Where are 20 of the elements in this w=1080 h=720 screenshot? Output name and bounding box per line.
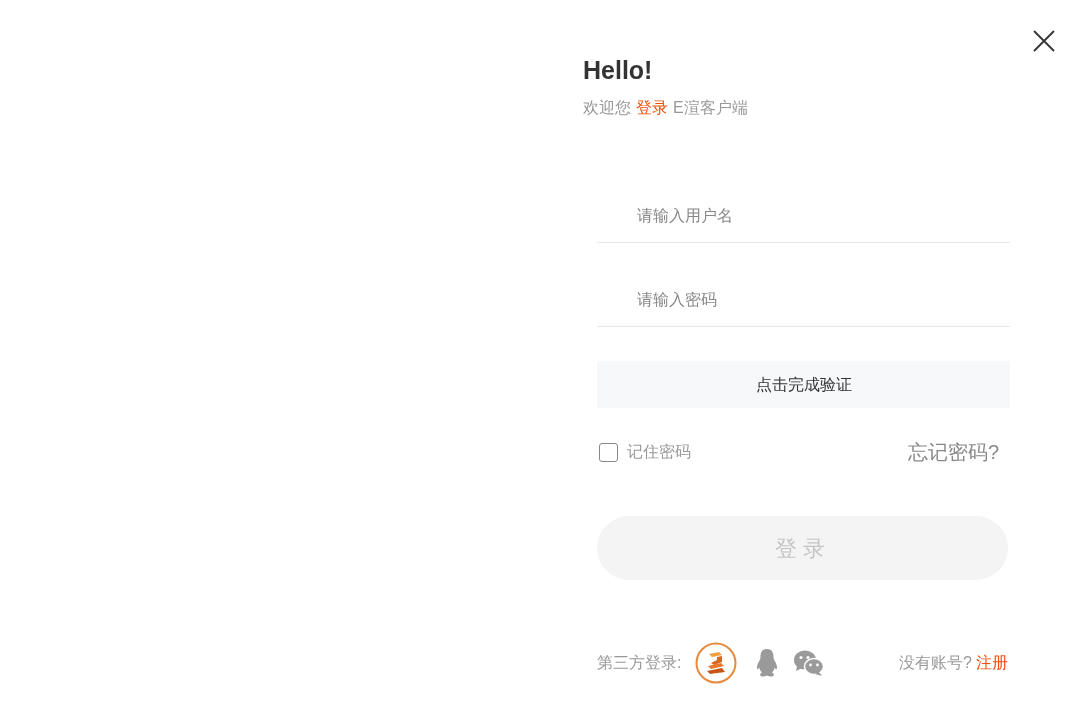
remember-label[interactable]: 记住密码	[627, 442, 691, 462]
close-icon	[1032, 29, 1055, 52]
penguin-icon	[756, 649, 779, 677]
stacked-blocks-logo-icon	[695, 642, 738, 684]
chat-bubbles-icon	[794, 650, 825, 676]
remember-checkbox[interactable]	[599, 442, 618, 462]
login-link[interactable]: 登录	[636, 99, 668, 116]
greeting-title: Hello!	[583, 55, 653, 86]
signup-link[interactable]: 注册	[976, 653, 1008, 673]
signup-prompt: 没有账号?	[899, 653, 972, 673]
forgot-password-link[interactable]: 忘记密码?	[907, 440, 999, 464]
wechat-button[interactable]	[794, 650, 825, 676]
username-field[interactable]: 请输入用户名	[597, 190, 1010, 243]
password-field[interactable]: 请输入密码	[597, 274, 1010, 327]
qq-button[interactable]	[756, 649, 779, 677]
close-button[interactable]	[1031, 28, 1056, 53]
captcha-button[interactable]: 点击完成验证	[597, 361, 1010, 408]
welcome-text: 欢迎您 登录 E渲客户端	[583, 98, 748, 118]
brand-logo-button[interactable]	[695, 642, 738, 684]
third-party-login-label: 第三方登录:	[597, 653, 682, 673]
